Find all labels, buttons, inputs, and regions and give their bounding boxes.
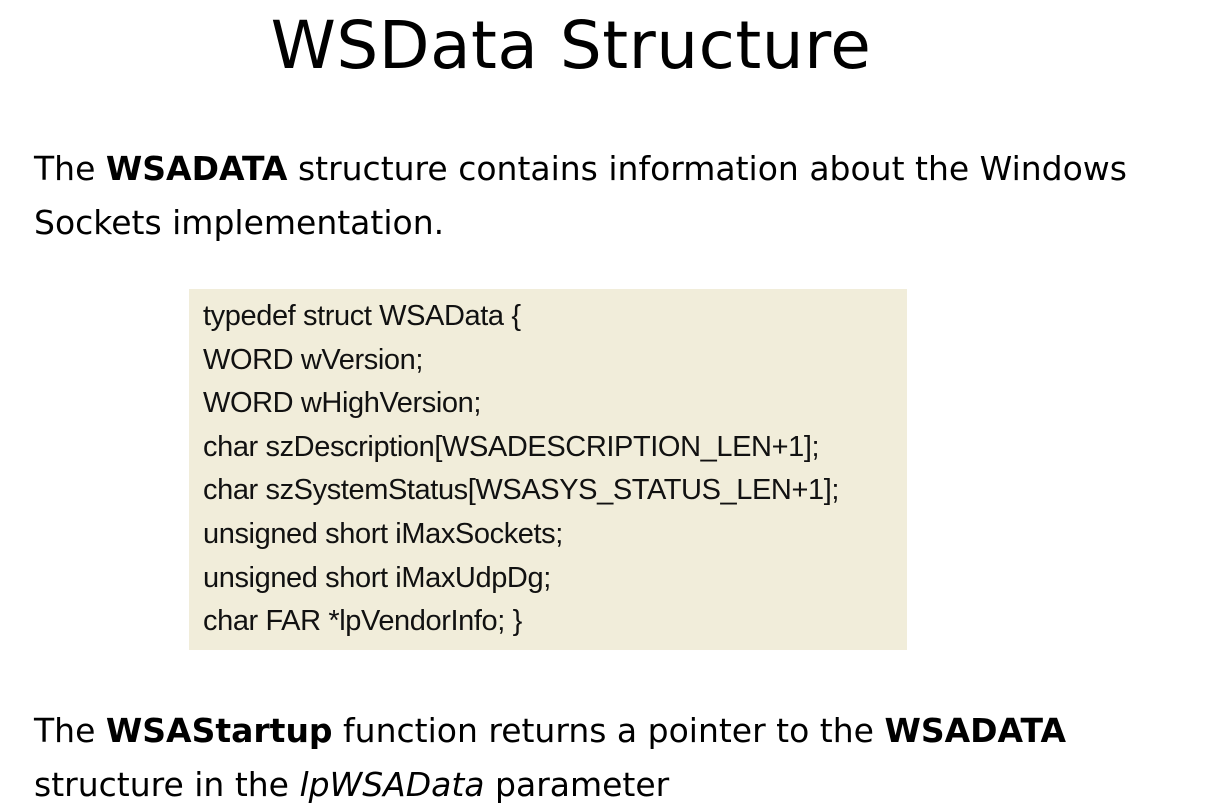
code-line: unsigned short iMaxUdpDg; — [203, 561, 551, 594]
outro-bold-struct: WSADATA — [884, 711, 1067, 750]
intro-paragraph: The WSADATA structure contains informati… — [34, 142, 1214, 250]
outro-bold-function: WSAStartup — [105, 711, 333, 750]
outro-line2-suffix: parameter — [484, 765, 670, 804]
intro-bold-term: WSADATA — [105, 149, 288, 188]
code-line: typedef struct WSAData { — [203, 300, 521, 332]
outro-italic-param: lpWSAData — [299, 765, 485, 804]
outro-line-2: structure in the lpWSAData parameter — [34, 758, 1214, 812]
outro-prefix: The — [34, 711, 106, 750]
code-line: char FAR *lpVendorInfo; } — [203, 605, 522, 638]
intro-rest: structure contains information about the… — [287, 149, 1127, 188]
intro-prefix: The — [34, 149, 106, 188]
code-line: WORD wHighVersion; — [203, 387, 482, 420]
code-block: typedef struct WSAData { WORD wVersion; … — [189, 289, 907, 650]
code-line: char szDescription[WSADESCRIPTION_LEN+1]… — [203, 430, 820, 463]
outro-paragraph: The WSAStartup function returns a pointe… — [34, 704, 1214, 812]
code-line: WORD wVersion; — [203, 343, 423, 376]
outro-line2-prefix: structure in the — [34, 765, 300, 804]
outro-middle: function returns a pointer to the — [332, 711, 885, 750]
slide-title: WSData Structure — [270, 7, 872, 84]
outro-line-1: The WSAStartup function returns a pointe… — [34, 704, 1214, 758]
code-line: char szSystemStatus[WSASYS_STATUS_LEN+1]… — [203, 474, 840, 507]
intro-line-2: Sockets implementation. — [34, 203, 445, 242]
intro-line-1: The WSADATA structure contains informati… — [34, 142, 1214, 196]
code-line: unsigned short iMaxSockets; — [203, 517, 563, 550]
